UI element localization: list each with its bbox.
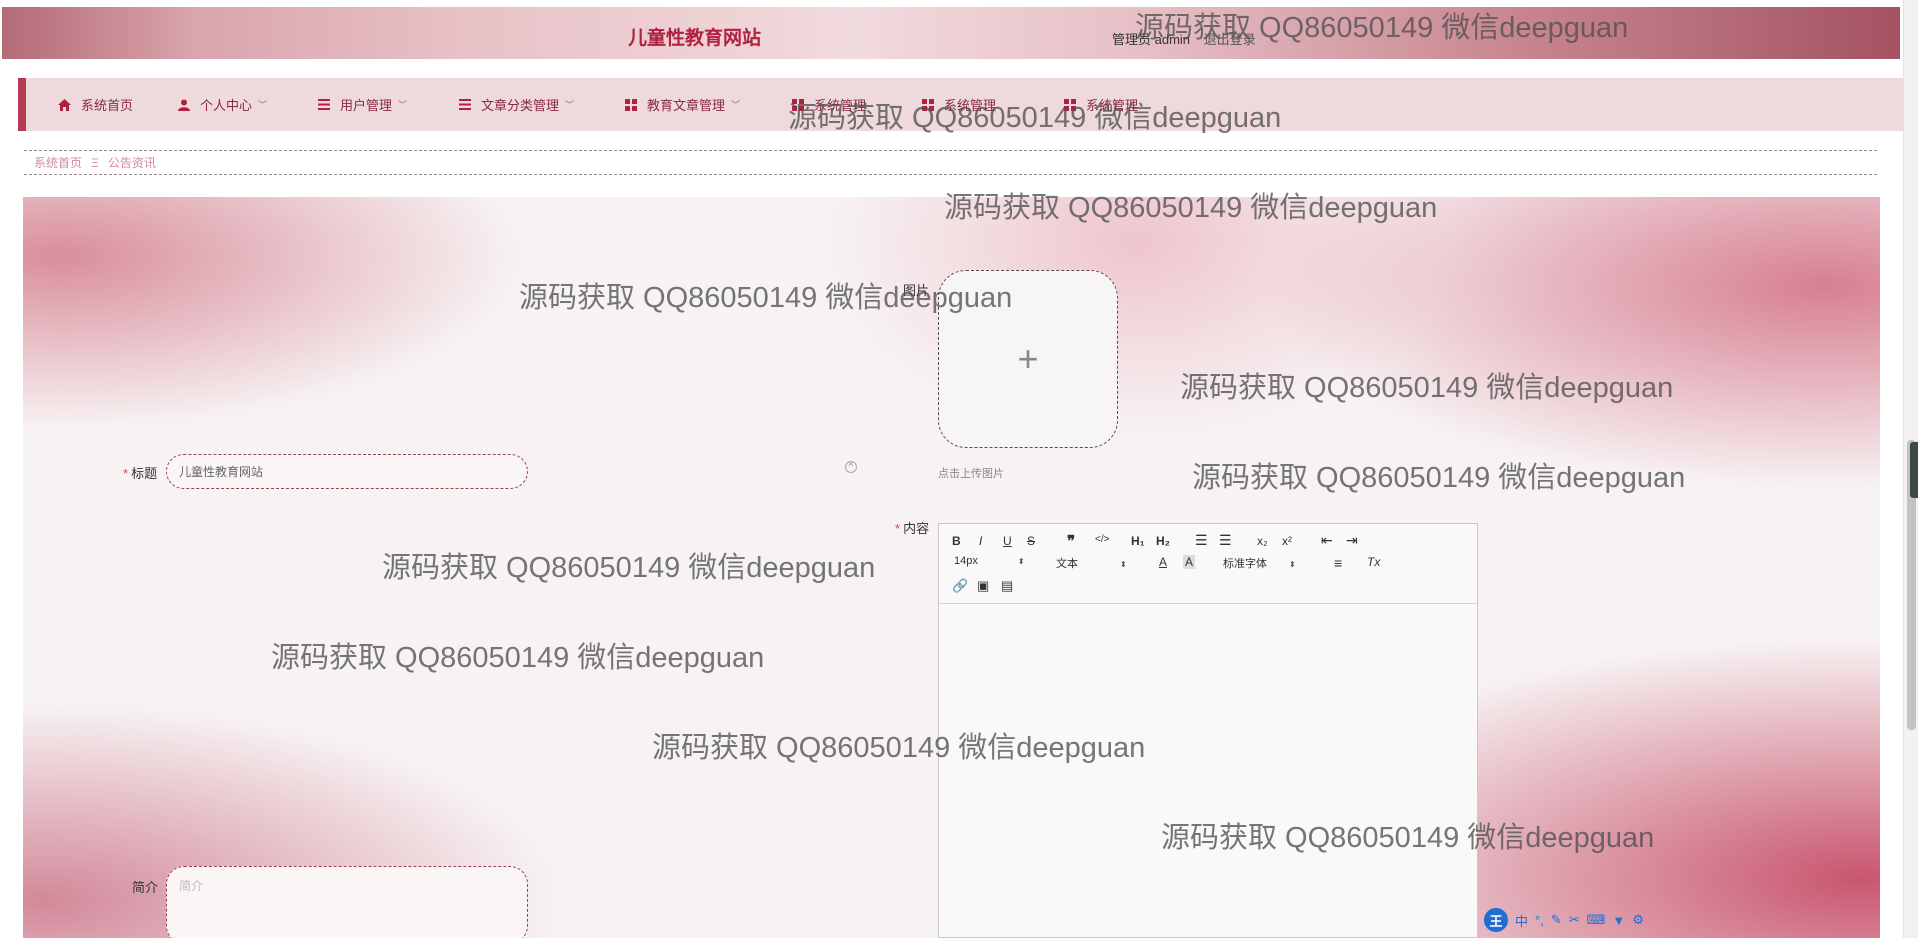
code-icon[interactable]: </> bbox=[1095, 534, 1109, 545]
image-upload-button[interactable]: + bbox=[938, 270, 1118, 448]
strike-icon[interactable]: S bbox=[1027, 534, 1035, 548]
bold-icon[interactable]: B bbox=[952, 534, 961, 548]
nav-item-label: 文章分类管理 bbox=[481, 98, 560, 113]
select-arrow-icon: ⬍ bbox=[1289, 560, 1296, 569]
nav-item-label: 个人中心 bbox=[200, 98, 253, 113]
grid-icon bbox=[792, 98, 804, 111]
block-type-select[interactable]: 文本 ⬍ bbox=[1056, 555, 1127, 571]
nav-item-category-management[interactable]: 文章分类管理 ﹀ bbox=[459, 78, 574, 131]
nav-item-home[interactable]: 系统首页 bbox=[58, 78, 133, 131]
list-icon bbox=[318, 99, 330, 110]
side-widget[interactable] bbox=[1910, 442, 1918, 498]
heading2-icon[interactable]: H₂ bbox=[1156, 534, 1170, 548]
background-color-icon[interactable]: A bbox=[1183, 555, 1196, 569]
nav-item-system-management-2[interactable]: 系统管理 bbox=[922, 78, 996, 131]
ime-mode[interactable]: 中 bbox=[1515, 911, 1528, 930]
nav-item-label: 系统管理 bbox=[944, 98, 997, 113]
breadcrumb: 系统首页 Ξ 公告资讯 bbox=[24, 150, 1877, 175]
user-icon bbox=[178, 99, 190, 111]
select-arrow-icon: ⬍ bbox=[1017, 557, 1025, 566]
chevron-down-icon: ﹀ bbox=[398, 100, 408, 110]
grid-icon bbox=[922, 98, 934, 111]
italic-icon[interactable]: I bbox=[979, 534, 982, 548]
image-icon[interactable]: ▣ bbox=[977, 578, 989, 594]
font-color-icon[interactable]: A bbox=[1159, 555, 1167, 569]
underline-icon[interactable]: U bbox=[1003, 534, 1012, 548]
rich-text-editor[interactable]: B I U S ❞ </> H₁ H₂ ☰ ☰ x₂ x² ⇤ ⇥ 14px ⬍ … bbox=[938, 523, 1478, 938]
summary-label: 简介 bbox=[132, 880, 159, 895]
font-size-select[interactable]: 14px ⬍ bbox=[954, 555, 1025, 567]
home-icon bbox=[58, 98, 71, 111]
ordered-list-icon[interactable]: ☰ bbox=[1195, 532, 1208, 549]
title-label: * 标题 bbox=[123, 466, 158, 481]
admin-info: 管理员 admin 退出登录 bbox=[1112, 29, 1256, 48]
title-input[interactable]: 儿童性教育网站 bbox=[166, 454, 528, 489]
gear-icon[interactable]: ⚙ bbox=[1632, 912, 1644, 928]
nav-item-label: 系统管理 bbox=[1086, 98, 1139, 113]
grid-icon bbox=[625, 98, 637, 111]
editor-toolbar: B I U S ❞ </> H₁ H₂ ☰ ☰ x₂ x² ⇤ ⇥ 14px ⬍ … bbox=[939, 524, 1477, 604]
nav-item-user-management[interactable]: 用户管理 ﹀ bbox=[318, 78, 407, 131]
nav-item-label: 系统首页 bbox=[81, 98, 134, 113]
subscript-icon[interactable]: x₂ bbox=[1257, 534, 1268, 548]
indent-icon[interactable]: ⇥ bbox=[1346, 532, 1358, 549]
main-navbar: 系统首页 个人中心 ﹀ 用户管理 ﹀ 文章分类管理 ﹀ 教育文章管理 ﹀ 系统管… bbox=[18, 78, 1903, 131]
keyboard-icon[interactable]: ⌨ bbox=[1587, 912, 1606, 928]
plus-icon: + bbox=[1017, 338, 1039, 379]
font-family-select[interactable]: 标准字体 ⬍ bbox=[1223, 555, 1296, 571]
list-icon bbox=[459, 99, 471, 110]
bullet-list-icon[interactable]: ☰ bbox=[1219, 532, 1232, 549]
breadcrumb-separator: Ξ bbox=[91, 155, 99, 170]
clear-icon[interactable] bbox=[845, 459, 857, 473]
required-mark: * bbox=[123, 466, 129, 481]
site-title: 儿童性教育网站 bbox=[628, 28, 762, 49]
pen-icon[interactable]: ✎ bbox=[1551, 912, 1562, 928]
video-icon[interactable]: ▤ bbox=[1001, 578, 1013, 594]
superscript-icon[interactable]: x² bbox=[1282, 534, 1292, 548]
breadcrumb-current: 公告资讯 bbox=[107, 156, 156, 170]
punctuation-icon[interactable]: °, bbox=[1535, 913, 1544, 928]
upload-hint: 点击上传图片 bbox=[938, 468, 1004, 480]
logout-link[interactable]: 退出登录 bbox=[1204, 32, 1256, 47]
summary-placeholder: 简介 bbox=[179, 879, 204, 893]
chevron-down-icon: ﹀ bbox=[258, 100, 268, 110]
ime-toolbar: 王 中 °, ✎ ✂ ⌨ ▼ ⚙ bbox=[1480, 906, 1680, 934]
nav-item-article-management[interactable]: 教育文章管理 ﹀ bbox=[625, 78, 740, 131]
clear-format-icon[interactable]: Tx bbox=[1367, 555, 1380, 569]
grid-icon bbox=[1064, 98, 1076, 111]
nav-item-system-management-3[interactable]: 系统管理 bbox=[1064, 78, 1138, 131]
shirt-icon[interactable]: ▼ bbox=[1612, 913, 1625, 928]
required-mark: * bbox=[895, 521, 901, 536]
chevron-down-icon: ﹀ bbox=[565, 100, 575, 110]
nav-item-system-management[interactable]: 系统管理 bbox=[792, 78, 866, 131]
ime-logo[interactable]: 王 bbox=[1484, 908, 1508, 932]
image-label: 图片 bbox=[903, 283, 930, 298]
scissors-icon[interactable]: ✂ bbox=[1569, 912, 1580, 928]
nav-item-label: 教育文章管理 bbox=[647, 98, 726, 113]
nav-item-personal-center[interactable]: 个人中心 ﹀ bbox=[178, 78, 267, 131]
nav-item-label: 用户管理 bbox=[340, 98, 393, 113]
nav-item-label: 系统管理 bbox=[814, 98, 867, 113]
title-input-value: 儿童性教育网站 bbox=[179, 465, 264, 479]
content-label: * 内容 bbox=[895, 521, 930, 536]
select-arrow-icon: ⬍ bbox=[1120, 560, 1127, 569]
top-header: 儿童性教育网站 管理员 admin 退出登录 bbox=[2, 7, 1900, 59]
heading1-icon[interactable]: H₁ bbox=[1131, 534, 1145, 548]
summary-textarea[interactable]: 简介 bbox=[166, 866, 528, 938]
outdent-icon[interactable]: ⇤ bbox=[1321, 532, 1333, 549]
breadcrumb-home[interactable]: 系统首页 bbox=[34, 154, 82, 171]
align-icon[interactable]: ≡ bbox=[1334, 555, 1342, 571]
chevron-down-icon: ﹀ bbox=[731, 100, 741, 110]
link-icon[interactable]: 🔗 bbox=[952, 578, 968, 594]
quote-icon[interactable]: ❞ bbox=[1067, 532, 1075, 550]
admin-label: 管理员 admin bbox=[1112, 32, 1191, 47]
